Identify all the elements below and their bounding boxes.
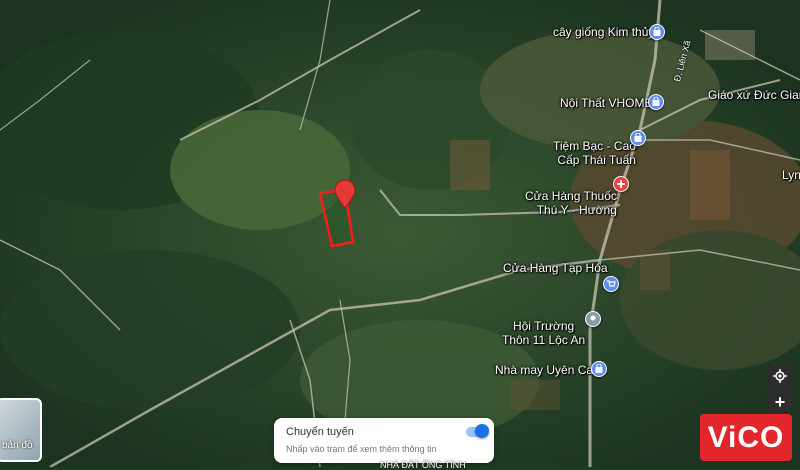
- place-label: Lyn: [782, 168, 800, 182]
- place-marker-icon[interactable]: [585, 311, 601, 327]
- place-label: Nhà may Uyên Cat: [495, 363, 597, 377]
- place-hoi-truong-thon-11[interactable]: Hội Trường Thôn 11 Lộc An: [502, 305, 585, 361]
- place-label: Hội Trường Thôn 11 Lộc An: [502, 319, 586, 347]
- place-cay-giong-kim-thuy[interactable]: cây giống Kim thủy: [553, 25, 654, 39]
- place-label: Giáo xứ Đức Giang: [708, 88, 800, 102]
- brand-logo: ViCO: [700, 414, 792, 461]
- place-label: Nội Thất VHOME: [560, 96, 653, 110]
- shopping-bag-icon[interactable]: [630, 130, 646, 146]
- zoom-in-label: +: [774, 391, 786, 412]
- transit-layer-card[interactable]: Chuyển tuyến Nhấp vào trạm để xem thêm t…: [274, 418, 494, 463]
- shopping-bag-icon[interactable]: [649, 24, 665, 40]
- map-type-label: bản đồ: [2, 440, 33, 451]
- place-label: Cửa Hàng Thuốc Thú Y - Hường: [525, 189, 617, 217]
- place-label: Cửa Hàng Tạp Hóa: [503, 261, 608, 275]
- place-tiem-bac[interactable]: Tiệm Bạc - Cao Cấp Thái Tuấn: [553, 125, 636, 181]
- place-label: cây giống Kim thủy: [553, 25, 655, 39]
- place-lyn[interactable]: Lyn: [782, 168, 800, 182]
- zoom-in-button[interactable]: +: [768, 390, 792, 414]
- my-location-button[interactable]: [768, 364, 792, 388]
- shopping-bag-icon[interactable]: [648, 94, 664, 110]
- transit-hint: Nhấp vào trạm để xem thêm thông tin: [286, 444, 437, 454]
- bottom-caption: NHÀ ĐẤT ỐNG TÍNH: [380, 460, 466, 470]
- place-nha-may-uyen-cat[interactable]: Nhà may Uyên Cat: [495, 363, 596, 377]
- transit-title: Chuyển tuyến: [286, 426, 354, 438]
- shopping-bag-icon[interactable]: [591, 361, 607, 377]
- shopping-cart-icon[interactable]: [603, 276, 619, 292]
- pharmacy-icon[interactable]: [613, 176, 629, 192]
- map-type-switcher[interactable]: [0, 398, 42, 462]
- my-location-icon: [773, 369, 787, 383]
- place-cua-hang-tap-hoa[interactable]: Cửa Hàng Tạp Hóa: [503, 261, 608, 275]
- place-label: Tiệm Bạc - Cao Cấp Thái Tuấn: [553, 139, 636, 167]
- place-cua-hang-thuoc-thu-y[interactable]: Cửa Hàng Thuốc Thú Y - Hường: [525, 175, 617, 231]
- place-noi-that-vhome[interactable]: Nội Thất VHOME: [560, 96, 652, 110]
- transit-toggle-knob[interactable]: [475, 424, 489, 438]
- place-giao-xu-duc-giang[interactable]: Giáo xứ Đức Giang: [708, 88, 800, 102]
